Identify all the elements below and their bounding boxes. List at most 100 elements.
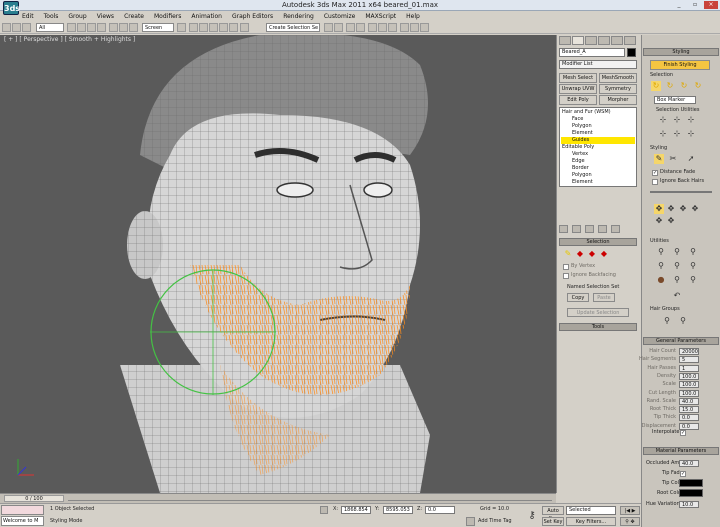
modifier-list-dropdown[interactable]: Modifier List [559,60,637,69]
show-hidden-icon[interactable]: ⊹ [672,129,682,139]
render-icon[interactable] [420,23,429,32]
tip-color-swatch[interactable] [679,479,703,487]
create-tab-icon[interactable] [559,36,571,45]
general-parameters-rollout[interactable]: General Parameters [643,337,719,345]
morpher-button[interactable]: Morpher [599,95,637,105]
align-icon[interactable] [334,23,343,32]
distance-fade-checkbox[interactable]: ✓ [652,170,658,176]
hide-selected-icon[interactable]: ⊹ [658,129,668,139]
y-coord-field[interactable]: 8595.053 [383,506,413,514]
finish-styling-button[interactable]: Finish Styling [650,60,710,70]
menu-modifiers[interactable]: Modifiers [154,11,181,22]
grow-selection-icon[interactable]: ⊹ [686,129,696,139]
playback-controls[interactable]: |◀ ▶ [620,506,640,515]
update-selection-button[interactable]: Update Selection [567,308,629,317]
undo-icon[interactable] [2,23,11,32]
styling-rollout-header[interactable]: Styling [643,48,719,56]
percent-snap-icon[interactable] [219,23,228,32]
material-parameters-rollout[interactable]: Material Parameters [643,447,719,455]
tip-fade-checkbox[interactable]: ✓ [680,471,686,477]
param-field[interactable]: 1 [679,364,699,372]
object-name-field[interactable]: Beared_A [559,48,625,57]
attenuate-icon[interactable]: ⚲ [656,247,666,257]
menu-edit[interactable]: Edit [22,11,34,22]
make-unique-icon[interactable] [585,225,594,233]
stack-item[interactable]: Element [572,179,593,186]
polygon-select-icon[interactable]: ◆ [587,249,597,259]
scale-icon[interactable] [129,23,138,32]
selection-filter-dropdown[interactable]: All [36,23,64,32]
mesh-select-button[interactable]: Mesh Select [559,73,597,83]
stack-item[interactable]: Polygon [572,172,592,179]
layer-manager-icon[interactable] [346,23,355,32]
paste-button[interactable]: Paste [593,293,615,302]
redo-icon[interactable] [12,23,21,32]
menu-views[interactable]: Views [97,11,114,22]
param-field[interactable]: 100.0 [679,372,699,380]
param-field[interactable]: 0.0 [679,422,699,430]
select-by-name-icon[interactable] [77,23,86,32]
expand-selection-icon[interactable]: ⊹ [686,115,696,125]
translate-tool-icon[interactable]: ✥ [654,204,664,214]
brush-size-slider[interactable] [650,191,712,193]
stack-item[interactable]: Element [572,130,593,137]
menu-create[interactable]: Create [124,11,144,22]
set-key-icon[interactable]: ⚷ [526,509,538,523]
hair-cut-icon[interactable]: ✂ [668,154,678,164]
mirror-icon[interactable] [324,23,333,32]
remove-modifier-icon[interactable] [598,225,607,233]
by-vertex-checkbox[interactable] [563,264,569,270]
maxscript-listener-mini[interactable] [1,505,44,515]
unwrap-uvw-button[interactable]: Unwrap UVW [559,84,597,94]
menu-customize[interactable]: Customize [324,11,356,22]
reset-rest-icon[interactable]: ⚲ [672,261,682,271]
selection-rollout-header[interactable]: Selection [559,238,637,246]
rect-region-icon[interactable] [87,23,96,32]
rotate-icon[interactable] [119,23,128,32]
menu-animation[interactable]: Animation [191,11,222,22]
spinner-snap-icon[interactable] [229,23,238,32]
named-selection-dropdown[interactable]: Create Selection Se [266,23,320,32]
clump-tool-icon[interactable]: ✥ [690,204,700,214]
param-field[interactable]: 15.0 [679,406,699,414]
merge-groups-icon[interactable]: ⚲ [678,316,688,326]
menu-help[interactable]: Help [406,11,420,22]
split-groups-icon[interactable]: ⚲ [662,316,672,326]
ignore-backfacing-checkbox[interactable] [563,273,569,279]
stack-item[interactable]: Hair and Fur (WSM) [562,109,611,116]
key-filters-button[interactable]: Key Filters... [566,517,616,526]
invert-selection-icon[interactable]: ⊹ [658,115,668,125]
x-coord-field[interactable]: 1868.854 [341,506,371,514]
z-coord-field[interactable]: 0.0 [425,506,455,514]
track-bar[interactable] [68,496,552,501]
object-color-swatch[interactable] [627,48,636,57]
pivot-icon[interactable] [177,23,186,32]
menu-tools[interactable]: Tools [44,11,59,22]
maxscript-listener-text[interactable]: Welcome to M [1,516,44,526]
modify-tab-icon[interactable] [572,36,584,45]
pop-selected-icon[interactable]: ⚲ [672,247,682,257]
edit-poly-button[interactable]: Edit Poly [559,95,597,105]
time-slider-handle[interactable]: 0 / 100 [4,495,64,502]
element-select-icon[interactable]: ◆ [599,249,609,259]
minimize-button[interactable]: _ [672,1,686,9]
interpolate-checkbox[interactable]: ✓ [680,430,686,436]
meshsmooth-button[interactable]: MeshSmooth [599,73,637,83]
scale-tool-icon[interactable]: ✥ [666,216,676,226]
schematic-view-icon[interactable] [378,23,387,32]
face-select-icon[interactable]: ◆ [575,249,585,259]
root-color-swatch[interactable] [679,489,703,497]
tools-rollout-header[interactable]: Tools [559,323,637,331]
lock-selection-icon[interactable] [320,506,328,514]
angle-snap-icon[interactable] [209,23,218,32]
toggle-hair-icon[interactable]: ● [656,275,666,285]
ignore-back-hairs-checkbox[interactable] [652,179,658,185]
utilities-tab-icon[interactable] [624,36,636,45]
configure-sets-icon[interactable] [611,225,620,233]
param-field[interactable]: 0.0 [679,414,699,422]
select-guide-vertices-icon[interactable]: ↻ [679,81,689,91]
copy-button[interactable]: Copy [567,293,589,302]
undo-styling-icon[interactable]: ↶ [672,291,682,301]
occluded-amb-field[interactable]: 40.0 [679,460,699,467]
edit-named-sets-icon[interactable] [240,23,249,32]
